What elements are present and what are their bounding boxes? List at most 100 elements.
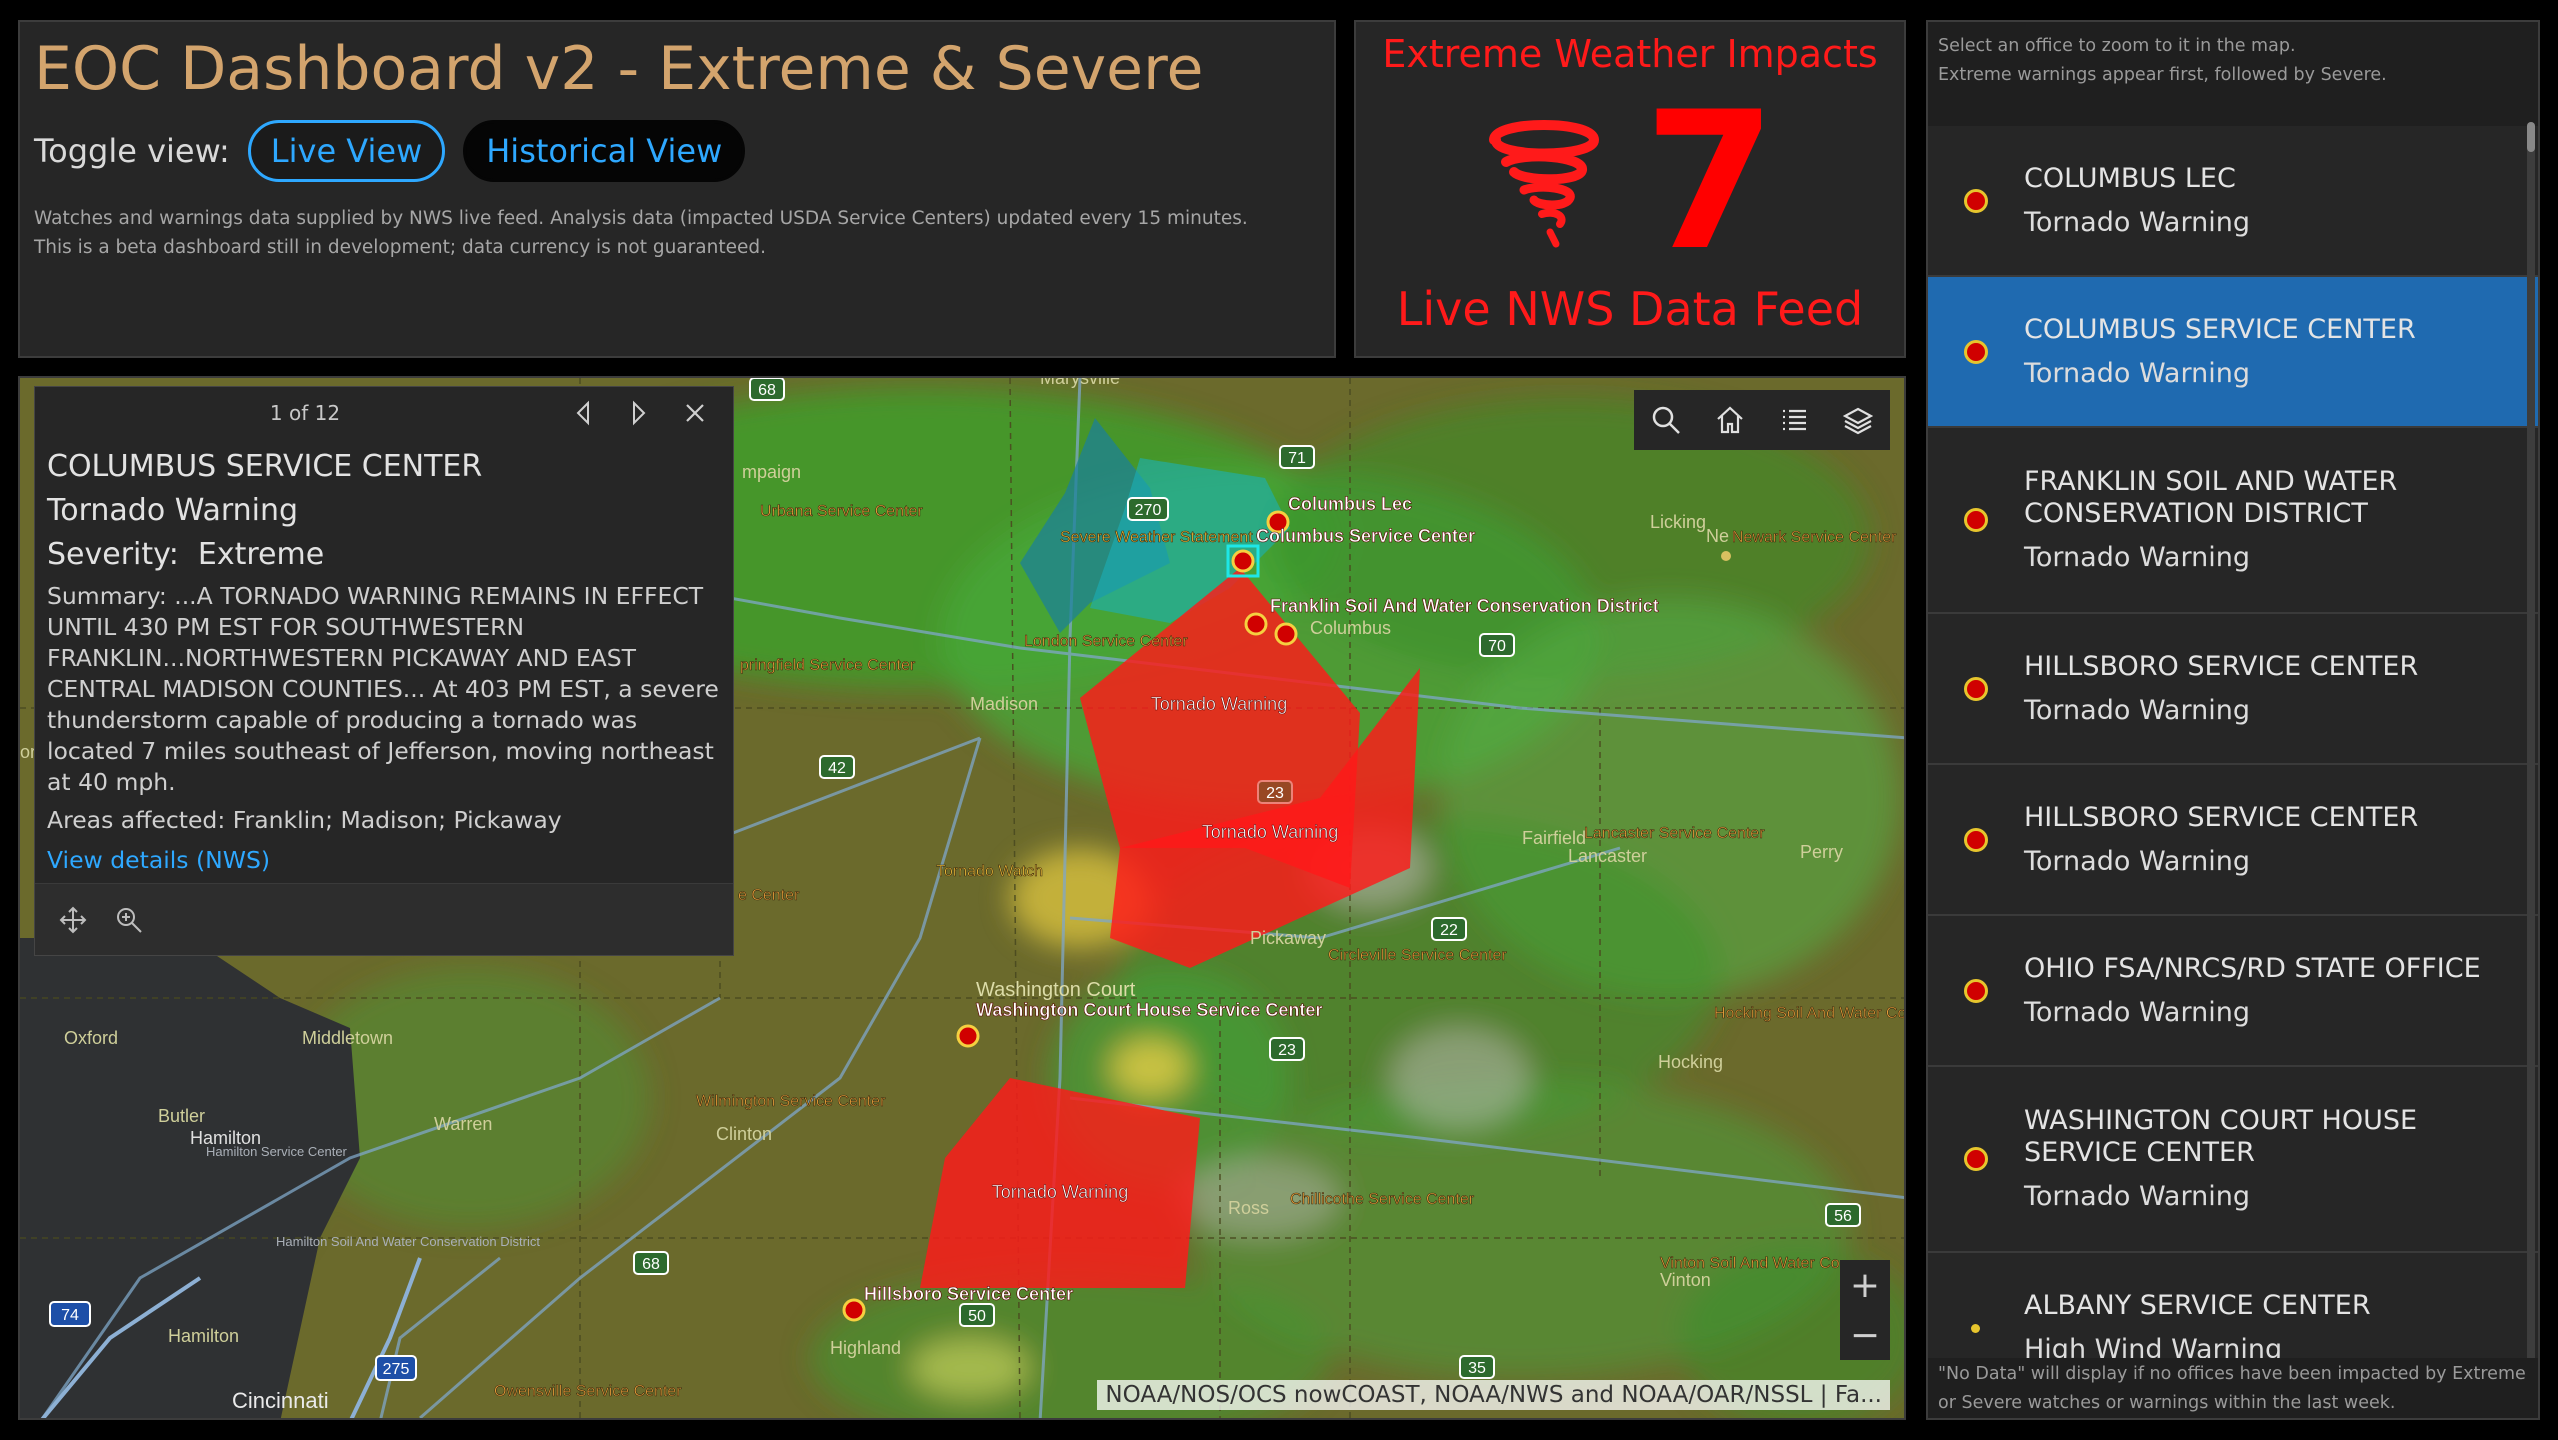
service-center-label: Chillicothe Service Center bbox=[1290, 1191, 1475, 1208]
shield-label: 35 bbox=[1468, 1360, 1486, 1377]
highway-shield: 270 bbox=[1127, 497, 1169, 521]
office-name: OHIO FSA/NRCS/RD STATE OFFICE bbox=[2024, 952, 2481, 984]
place-label: Perry bbox=[1800, 842, 1843, 862]
view-details-link[interactable]: View details (NWS) bbox=[47, 846, 270, 874]
office-marker-icon[interactable] bbox=[1721, 551, 1731, 561]
shield-label: 275 bbox=[383, 1361, 410, 1378]
highway-shield: 68 bbox=[749, 378, 785, 401]
place-label: Washington Court bbox=[976, 979, 1136, 1001]
data-source-note: Watches and warnings data supplied by NW… bbox=[34, 204, 1320, 262]
office-list-item[interactable]: HILLSBORO SERVICE CENTER Tornado Warning bbox=[1928, 614, 2538, 765]
map-view[interactable]: 68 71 270 70 42 23 22 23 56 68 74 275 50… bbox=[18, 376, 1906, 1420]
impacts-indicator: Extreme Weather Impacts 7 Live NWS Data … bbox=[1354, 20, 1906, 358]
popup-warning-type: Tornado Warning bbox=[47, 493, 299, 528]
legend-icon[interactable] bbox=[1762, 390, 1826, 450]
historical-view-button[interactable]: Historical View bbox=[463, 120, 746, 182]
highway-shield: 42 bbox=[819, 755, 855, 779]
popup-areas: Areas affected: Franklin; Madison; Picka… bbox=[47, 806, 562, 834]
place-label: Pickaway bbox=[1250, 928, 1326, 948]
office-marker-icon[interactable] bbox=[956, 1024, 980, 1048]
place-label: Lancaster bbox=[1568, 846, 1647, 866]
place-label: Columbus bbox=[1310, 618, 1391, 638]
tornado-watch-label: Tornado Watch bbox=[936, 863, 1043, 880]
zoom-out-button[interactable]: − bbox=[1840, 1310, 1890, 1360]
impacted-office-label: Columbus Service Center bbox=[1256, 526, 1475, 546]
close-icon[interactable] bbox=[667, 387, 723, 439]
scrollbar-thumb[interactable] bbox=[2527, 122, 2535, 152]
shield-label: 42 bbox=[828, 760, 846, 777]
office-list-hint-line: Extreme warnings appear first, followed … bbox=[1938, 65, 2387, 85]
office-marker-icon[interactable] bbox=[1231, 549, 1255, 573]
office-list-item[interactable]: WASHINGTON COURT HOUSE SERVICE CENTER To… bbox=[1928, 1067, 2538, 1253]
zoom-in-button[interactable]: + bbox=[1840, 1260, 1890, 1310]
office-marker-icon[interactable] bbox=[1274, 622, 1298, 646]
impacted-office-label: Franklin Soil And Water Conservation Dis… bbox=[1270, 596, 1659, 616]
office-warning: Tornado Warning bbox=[2024, 206, 2250, 238]
highway-shield: 22 bbox=[1431, 917, 1467, 941]
zoom-to-icon[interactable] bbox=[101, 892, 157, 948]
service-center-label: e Center bbox=[738, 887, 800, 904]
dock-icon[interactable] bbox=[45, 892, 101, 948]
shield-label: 270 bbox=[1135, 502, 1162, 519]
office-marker-icon[interactable] bbox=[1244, 612, 1268, 636]
shield-label: 74 bbox=[61, 1307, 79, 1324]
highway-shield: 23 bbox=[1269, 1037, 1305, 1061]
office-list-item[interactable]: OHIO FSA/NRCS/RD STATE OFFICE Tornado Wa… bbox=[1928, 916, 2538, 1067]
office-marker-icon bbox=[1964, 1147, 1988, 1171]
place-label: Hocking bbox=[1658, 1052, 1723, 1072]
popup-header: 1 of 12 bbox=[35, 387, 733, 439]
live-view-button[interactable]: Live View bbox=[247, 120, 446, 182]
tornado-warning-label: Tornado Warning bbox=[992, 1182, 1128, 1202]
place-label: Warren bbox=[434, 1114, 492, 1134]
service-center-label: London Service Center bbox=[1024, 633, 1188, 650]
place-label: Vinton bbox=[1660, 1270, 1711, 1290]
office-name: COLUMBUS LEC bbox=[2024, 162, 2236, 194]
dashboard-header: EOC Dashboard v2 - Extreme & Severe Togg… bbox=[18, 20, 1336, 358]
service-center-label: Vinton Soil And Water Co bbox=[1660, 1255, 1840, 1272]
map-toolbar bbox=[1634, 390, 1890, 450]
highway-shield: 71 bbox=[1279, 445, 1315, 469]
office-list-scrollbar[interactable] bbox=[2527, 122, 2535, 1372]
highway-shield: 50 bbox=[959, 1303, 995, 1327]
office-name: COLUMBUS SERVICE CENTER bbox=[2024, 313, 2416, 345]
impacts-footer: Live NWS Data Feed bbox=[1396, 282, 1864, 336]
layers-icon[interactable] bbox=[1826, 390, 1890, 450]
impacted-office-label: Columbus Lec bbox=[1288, 494, 1412, 514]
previous-feature-icon[interactable] bbox=[555, 387, 611, 439]
impacts-count: 7 bbox=[1643, 71, 1777, 292]
shield-label: 50 bbox=[968, 1308, 986, 1325]
office-marker-icon bbox=[1964, 188, 1988, 213]
shield-label: 71 bbox=[1288, 450, 1306, 467]
highway-shield: 35 bbox=[1459, 1355, 1495, 1379]
office-name: ALBANY SERVICE CENTER bbox=[2024, 1289, 2371, 1321]
office-list-hint-line: Select an office to zoom to it in the ma… bbox=[1938, 36, 2296, 56]
popup-severity: Severity: Extreme bbox=[47, 537, 325, 572]
place-label: Fairfield bbox=[1522, 828, 1586, 848]
office-list-item[interactable]: COLUMBUS LEC Tornado Warning bbox=[1928, 126, 2538, 277]
place-label: Ross bbox=[1228, 1198, 1269, 1218]
place-label: Madison bbox=[970, 694, 1038, 714]
service-center-label: Wilmington Service Center bbox=[696, 1093, 886, 1110]
popup-actions bbox=[35, 883, 733, 955]
place-label: Marysville bbox=[1040, 378, 1120, 388]
feature-popup: 1 of 12 COLUMBUS SERVICE CENTER Tornado … bbox=[34, 386, 734, 956]
office-list-item-selected[interactable]: COLUMBUS SERVICE CENTER Tornado Warning bbox=[1928, 277, 2538, 428]
office-list-panel: Select an office to zoom to it in the ma… bbox=[1926, 20, 2540, 1420]
office-list-item[interactable]: HILLSBORO SERVICE CENTER Tornado Warning bbox=[1928, 765, 2538, 916]
home-icon[interactable] bbox=[1698, 390, 1762, 450]
office-list-item[interactable]: FRANKLIN SOIL AND WATER CONSERVATION DIS… bbox=[1928, 428, 2538, 614]
office-marker-icon bbox=[1964, 339, 1988, 364]
place-label: Highland bbox=[830, 1338, 901, 1358]
impacted-office-label: Hillsboro Service Center bbox=[864, 1284, 1073, 1304]
office-list-hint: Select an office to zoom to it in the ma… bbox=[1928, 22, 2538, 126]
office-name: WASHINGTON COURT HOUSE SERVICE CENTER bbox=[2024, 1105, 2418, 1168]
data-source-note-line: Watches and warnings data supplied by NW… bbox=[34, 208, 1248, 229]
shield-label: 22 bbox=[1440, 922, 1458, 939]
office-warning: Tornado Warning bbox=[2024, 357, 2250, 389]
service-center-label: Newark Service Center bbox=[1732, 529, 1897, 546]
office-marker-icon bbox=[1964, 827, 1988, 852]
place-label: Oxford bbox=[64, 1028, 118, 1048]
next-feature-icon[interactable] bbox=[611, 387, 667, 439]
office-marker-icon[interactable] bbox=[842, 1298, 866, 1322]
search-icon[interactable] bbox=[1634, 390, 1698, 450]
